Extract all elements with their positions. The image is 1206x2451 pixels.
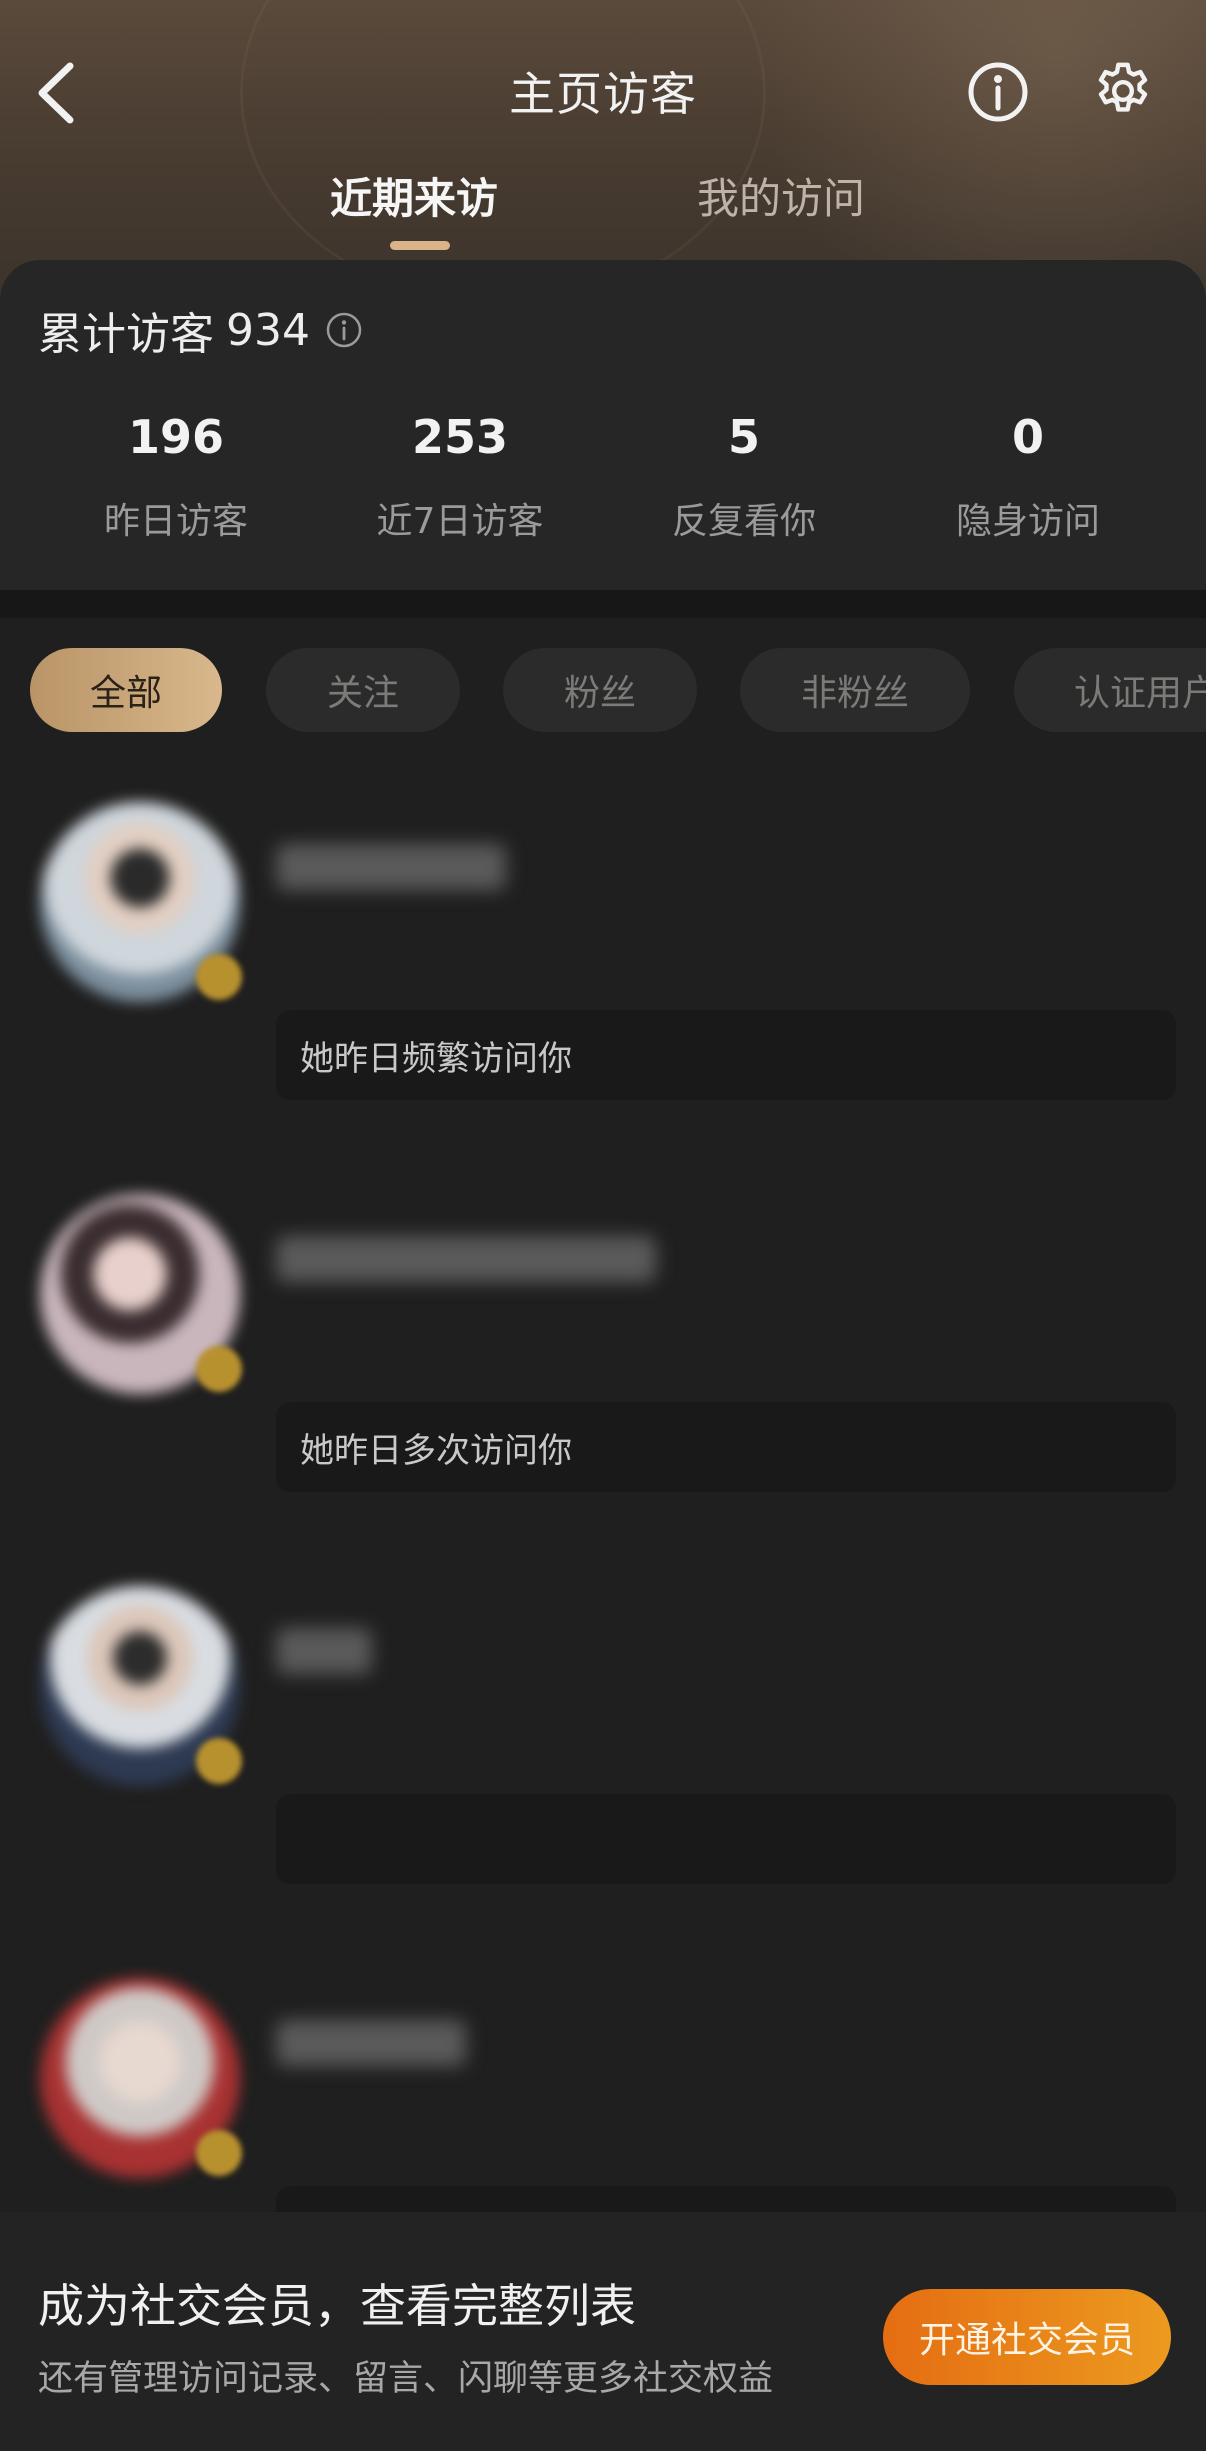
stat-value: 196 — [127, 410, 225, 464]
filter-chip-all[interactable]: 全部 — [30, 648, 222, 732]
visit-note: 她昨日频繁访问你 — [276, 1010, 1176, 1100]
visitor-name-redacted[interactable] — [276, 1628, 372, 1674]
filter-chips: 全部 关注 粉丝 非粉丝 认证用户 — [0, 648, 1206, 734]
filter-chip-fans[interactable]: 粉丝 — [503, 648, 697, 732]
stat-value: 5 — [727, 410, 760, 464]
verified-badge-icon — [196, 1738, 242, 1784]
visitor-item[interactable]: 她昨日多次访问你 — [0, 1182, 1206, 1574]
filter-chip-non-fans[interactable]: 非粉丝 — [740, 648, 970, 732]
tab-active-indicator — [390, 241, 450, 250]
stat-value: 0 — [1011, 410, 1044, 464]
info-circle-icon[interactable] — [324, 310, 364, 350]
gear-icon — [1098, 62, 1148, 112]
stat-yesterday[interactable]: 196 昨日访客 — [46, 410, 306, 544]
visitor-name-redacted[interactable] — [276, 844, 506, 890]
info-button[interactable] — [966, 60, 1030, 124]
stat-label: 隐身访问 — [955, 501, 1100, 542]
total-visitors-label: 累计访客 — [38, 309, 214, 360]
visit-note: 她昨日多次访问你 — [276, 1402, 1176, 1492]
visitor-item[interactable] — [0, 1574, 1206, 1966]
membership-promo-bar: 成为社交会员，查看完整列表 还有管理访问记录、留言、闪聊等更多社交权益 开通社交… — [0, 2212, 1206, 2451]
filter-chip-following[interactable]: 关注 — [266, 648, 460, 732]
verified-badge-icon — [196, 954, 242, 1000]
visitor-name-redacted[interactable] — [276, 2020, 466, 2066]
tab-recent-visits[interactable]: 近期来访 — [330, 165, 498, 226]
open-membership-button[interactable]: 开通社交会员 — [883, 2289, 1171, 2385]
tab-my-visits[interactable]: 我的访问 — [697, 165, 865, 226]
stat-hidden-visits[interactable]: 0 隐身访问 — [898, 410, 1158, 544]
stat-label: 近7日访客 — [376, 501, 544, 542]
verified-badge-icon — [196, 1346, 242, 1392]
filter-chip-verified[interactable]: 认证用户 — [1014, 648, 1206, 732]
visit-note-locked — [276, 1794, 1176, 1884]
stat-repeat-views[interactable]: 5 反复看你 — [614, 410, 874, 544]
top-bar: 主页访客 — [0, 0, 1206, 180]
tab-bar: 近期来访 我的访问 — [0, 165, 1206, 255]
info-circle-icon — [968, 62, 1028, 122]
stats-card: 累计访客 934 196 昨日访客 253 近7日访客 5 反复看你 0 隐身访… — [0, 260, 1206, 590]
settings-button[interactable] — [1090, 58, 1156, 124]
total-visitors-row: 累计访客 934 — [38, 298, 364, 362]
stat-last-7-days[interactable]: 253 近7日访客 — [330, 410, 590, 544]
section-divider — [0, 590, 1206, 618]
stat-value: 253 — [411, 410, 509, 464]
stat-label: 反复看你 — [671, 501, 816, 542]
promo-subtitle: 还有管理访问记录、留言、闪聊等更多社交权益 — [38, 2359, 774, 2399]
promo-title: 成为社交会员，查看完整列表 — [38, 2279, 636, 2333]
visitor-name-redacted[interactable] — [276, 1236, 656, 1282]
stat-label: 昨日访客 — [103, 501, 248, 542]
total-visitors-count: 934 — [226, 304, 310, 356]
visitor-item[interactable]: 她昨日频繁访问你 — [0, 790, 1206, 1182]
verified-badge-icon — [196, 2130, 242, 2176]
